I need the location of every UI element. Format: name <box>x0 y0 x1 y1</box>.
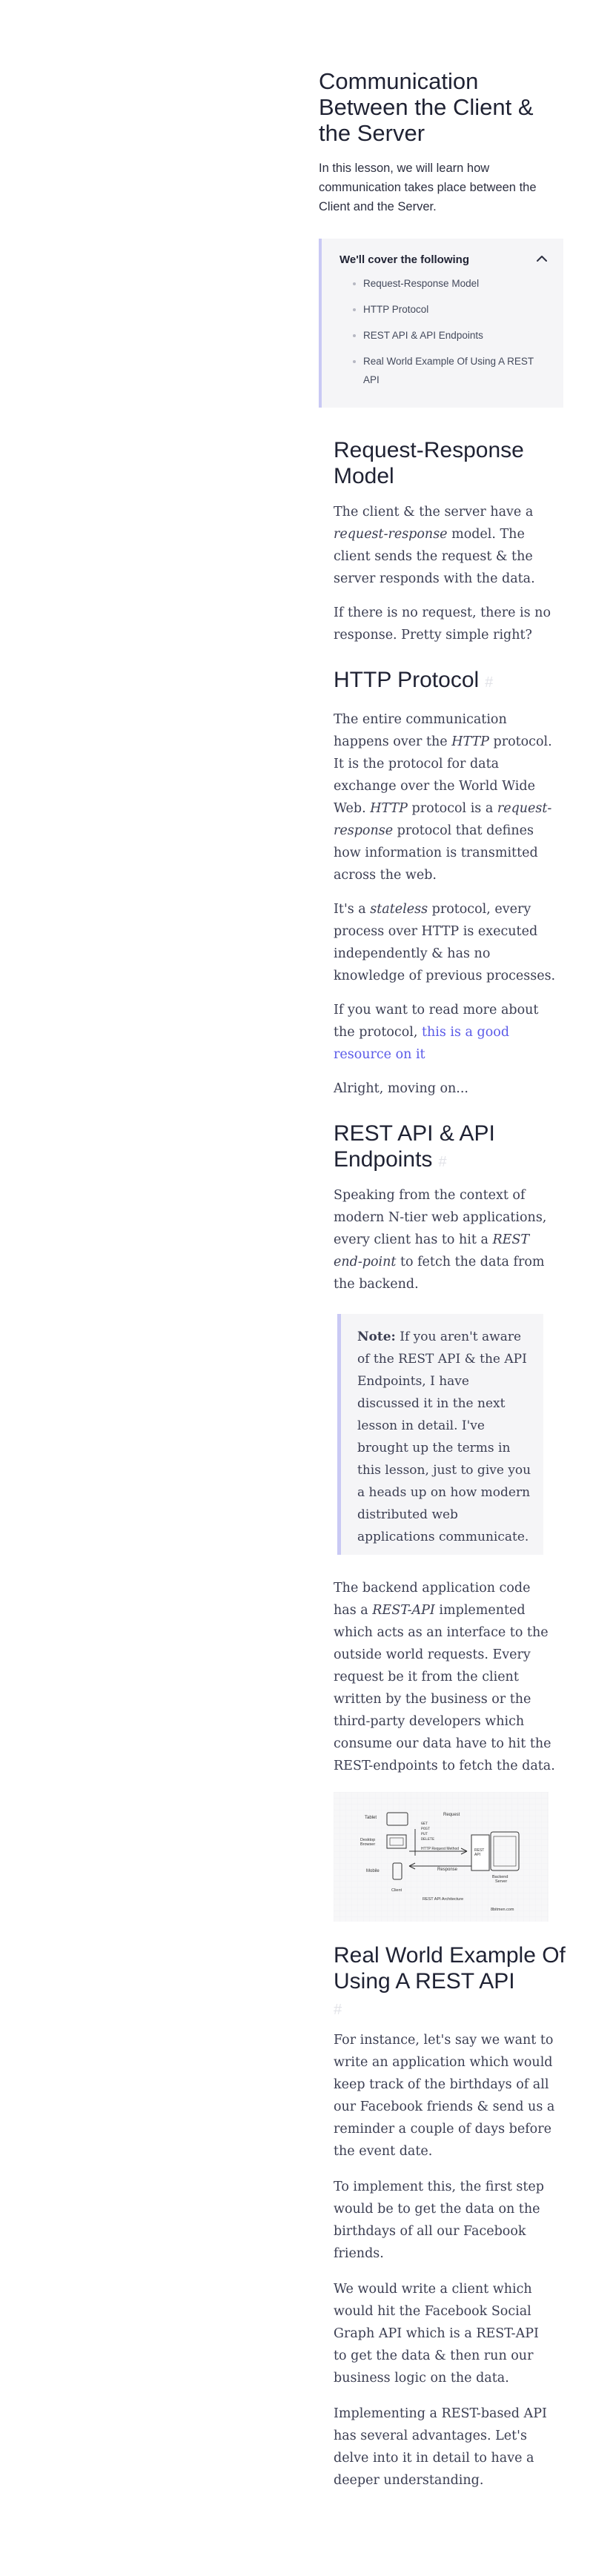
anchor-link-icon[interactable]: # <box>438 1154 446 1170</box>
emphasis-text: HTTP <box>451 734 489 749</box>
paragraph: Implementing a REST-based API has severa… <box>334 2406 547 2488</box>
section-heading-text: REST API & API Endpoints <box>334 1121 495 1172</box>
diagram-label-mobile: Mobile <box>366 1869 380 1873</box>
paragraph: If you want to read more about the proto… <box>334 999 556 1066</box>
diagram-label-backend: Backend Server <box>492 1875 508 1884</box>
text-run: The client & the server have a <box>334 505 534 519</box>
diagram-label-client: Client <box>391 1888 402 1893</box>
diagram-label-tablet: Tablet <box>365 1816 377 1820</box>
section-heading-real-world-example: Real World Example Of Using A REST API # <box>334 1942 571 2023</box>
page-intro: In this lesson, we will learn how commun… <box>319 162 537 213</box>
toc-list: Request-Response Model HTTP Protocol RES… <box>351 274 544 396</box>
anchor-link-icon[interactable]: # <box>334 2002 342 2018</box>
paragraph: It's a stateless protocol, every process… <box>334 898 556 987</box>
rest-api-architecture-diagram: Tablet Desktop Browser Mobile Client Requ… <box>334 1792 549 1922</box>
section-heading-text: Request-Response Model <box>334 438 524 488</box>
toc-heading: We'll cover the following <box>339 253 469 266</box>
toc-item-rest-api[interactable]: REST API & API Endpoints <box>351 326 544 345</box>
diagram-label-architecture: REST API Architecture <box>423 1897 463 1902</box>
emphasis-text: REST-API <box>372 1603 435 1618</box>
section-heading-text: HTTP Protocol <box>334 668 480 692</box>
page-title: Communication Between the Client & the S… <box>319 68 534 146</box>
text-run: It's a <box>334 902 371 917</box>
paragraph: Speaking from the context of modern N-ti… <box>334 1184 556 1295</box>
section-heading-http-protocol: HTTP Protocol # <box>334 667 571 696</box>
toc-item-request-response[interactable]: Request-Response Model <box>351 274 544 293</box>
toc-item-http-protocol[interactable]: HTTP Protocol <box>351 300 544 319</box>
diagram-label-response: Response <box>437 1868 458 1872</box>
paragraph: We would write a client which would hit … <box>334 2282 539 2386</box>
paragraph: For instance, let's say we want to write… <box>334 2033 555 2159</box>
diagram-label-request: Request <box>443 1813 460 1817</box>
text-run: If you aren't aware of the REST API & th… <box>357 1330 531 1544</box>
paragraph: To implement this, the first step would … <box>334 2180 544 2261</box>
note-text: Note: If you aren't aware of the REST AP… <box>357 1326 531 1548</box>
note-label: Note: <box>357 1330 396 1344</box>
text-run: implemented which acts as an interface t… <box>334 1603 555 1773</box>
section-heading-rest-api: REST API & API Endpoints # <box>334 1121 571 1175</box>
diagram-label-http: HTTP Request Method <box>421 1847 459 1851</box>
paragraph: The client & the server have a request-r… <box>334 501 556 590</box>
paragraph: The entire communication happens over th… <box>334 708 556 886</box>
note-callout: Note: If you aren't aware of the REST AP… <box>337 1314 543 1555</box>
emphasis-text: stateless <box>370 902 428 917</box>
anchor-link-icon[interactable]: # <box>485 674 493 691</box>
text-run: protocol is a <box>407 801 497 816</box>
section-heading-text: Real World Example Of Using A REST API <box>334 1943 566 1994</box>
emphasis-text: HTTP <box>370 801 408 816</box>
emphasis-text: request-response <box>334 527 448 542</box>
table-of-contents: We'll cover the following Request-Respon… <box>319 239 563 408</box>
chevron-up-icon[interactable] <box>535 252 549 265</box>
paragraph: The backend application code has a REST-… <box>334 1577 556 1777</box>
diagram-label-desktop: Desktop Browser <box>360 1838 375 1847</box>
paragraph: Alright, moving on... <box>334 1081 468 1096</box>
toc-item-real-world-example[interactable]: Real World Example Of Using A REST API <box>351 352 544 389</box>
diagram-label-brand: 8bitmen.com <box>491 1908 514 1912</box>
paragraph: If there is no request, there is no resp… <box>334 605 551 643</box>
section-heading-request-response: Request-Response Model <box>334 437 571 489</box>
